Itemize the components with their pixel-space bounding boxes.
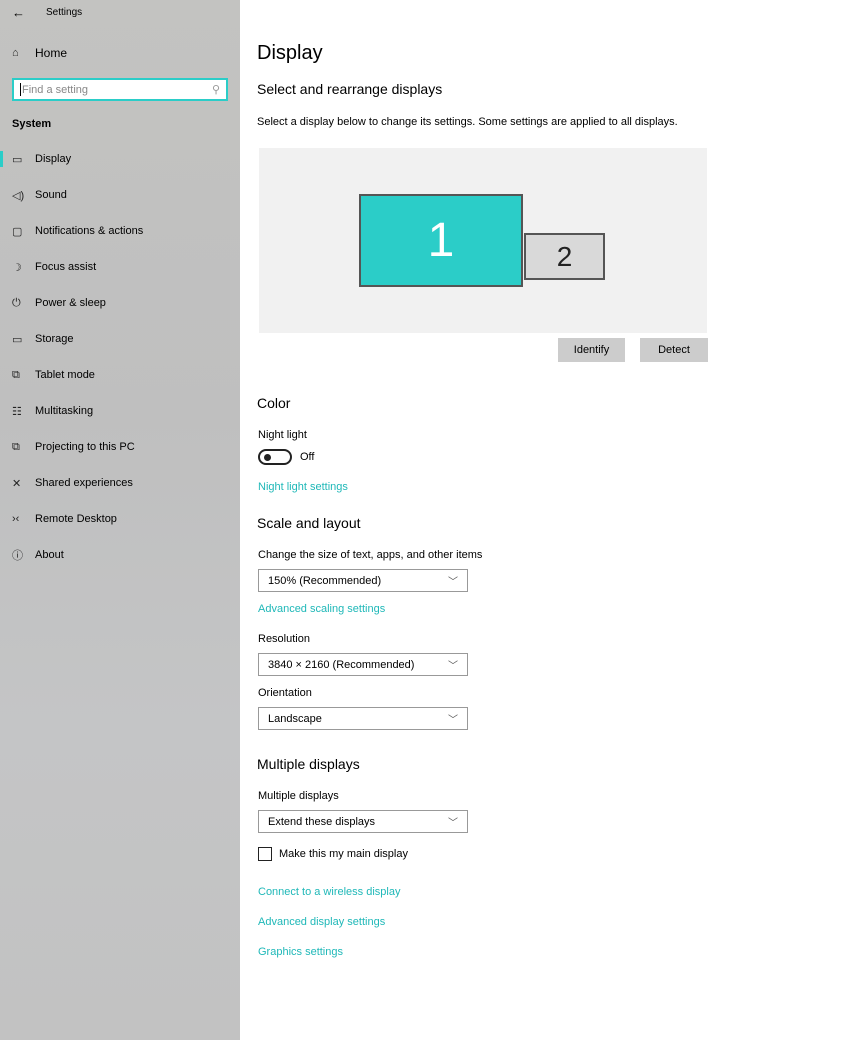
advanced-scaling-link[interactable]: Advanced scaling settings bbox=[258, 603, 385, 615]
dropdown-value: Landscape bbox=[268, 712, 322, 725]
sidebar-item-tablet-mode[interactable]: ⧉ Tablet mode bbox=[0, 357, 240, 393]
chevron-down-icon: ﹀ bbox=[448, 715, 458, 726]
arrange-description: Select a display below to change its set… bbox=[257, 116, 678, 128]
dropdown-value: 150% (Recommended) bbox=[268, 574, 382, 587]
orientation-label: Orientation bbox=[258, 687, 312, 699]
sidebar-item-power[interactable]: ⏻ Power & sleep bbox=[0, 285, 240, 321]
storage-icon: ▭ bbox=[12, 333, 23, 346]
sidebar-item-notifications[interactable]: ▢ Notifications & actions bbox=[0, 213, 240, 249]
resolution-dropdown[interactable]: 3840 × 2160 (Recommended) ﹀ bbox=[258, 653, 468, 676]
resolution-label: Resolution bbox=[258, 633, 310, 645]
advanced-display-link[interactable]: Advanced display settings bbox=[258, 916, 385, 928]
monitor-icon: ▭ bbox=[12, 153, 23, 166]
label: Shared experiences bbox=[35, 477, 133, 489]
home-nav[interactable]: ⌂ Home bbox=[12, 46, 67, 60]
label: Tablet mode bbox=[35, 369, 95, 381]
dropdown-value: 3840 × 2160 (Recommended) bbox=[268, 658, 415, 671]
sidebar-item-remote-desktop[interactable]: ›‹ Remote Desktop bbox=[0, 501, 240, 537]
graphics-settings-link[interactable]: Graphics settings bbox=[258, 946, 343, 958]
color-heading: Color bbox=[257, 395, 291, 411]
page-title: Display bbox=[257, 42, 323, 64]
sidebar-item-sound[interactable]: ◁) Sound bbox=[0, 177, 240, 213]
main-display-checkbox[interactable] bbox=[258, 847, 272, 861]
label: Notifications & actions bbox=[35, 225, 144, 237]
sidebar-item-projecting[interactable]: ⧉ Projecting to this PC bbox=[0, 429, 240, 465]
scale-heading: Scale and layout bbox=[257, 515, 361, 531]
sidebar-item-about[interactable]: ⓘ About bbox=[0, 537, 240, 573]
projecting-icon: ⧉ bbox=[12, 440, 20, 453]
sidebar-item-shared-experiences[interactable]: ✕ Shared experiences bbox=[0, 465, 240, 501]
title-bar: ← Settings bbox=[12, 5, 82, 20]
speaker-icon: ◁) bbox=[12, 189, 25, 202]
label: Power & sleep bbox=[35, 297, 106, 309]
label: About bbox=[35, 549, 64, 561]
detect-button[interactable]: Detect bbox=[640, 338, 708, 362]
chevron-down-icon: ﹀ bbox=[448, 818, 458, 829]
arrange-heading: Select and rearrange displays bbox=[257, 81, 443, 97]
chevron-down-icon: ﹀ bbox=[448, 661, 458, 672]
multitasking-icon: ☷ bbox=[12, 405, 22, 418]
nav-list: ▭ Display ◁) Sound ▢ Notifications & action… bbox=[0, 141, 240, 573]
text-cursor bbox=[20, 83, 21, 96]
night-light-toggle[interactable] bbox=[258, 449, 292, 465]
chevron-down-icon: ﹀ bbox=[448, 577, 458, 588]
section-heading: System bbox=[12, 118, 52, 130]
orientation-dropdown[interactable]: Landscape ﹀ bbox=[258, 707, 468, 730]
multiple-heading: Multiple displays bbox=[257, 756, 360, 772]
monitor-2[interactable]: 2 bbox=[524, 233, 605, 280]
label: Display bbox=[35, 153, 72, 165]
label: Remote Desktop bbox=[35, 513, 117, 525]
multiple-label: Multiple displays bbox=[258, 790, 339, 802]
label: Focus assist bbox=[35, 261, 97, 273]
night-light-state: Off bbox=[300, 451, 315, 463]
search-icon[interactable]: ⚲ bbox=[212, 83, 220, 96]
display-arrangement: 1 2 bbox=[259, 148, 707, 333]
search-placeholder: Find a setting bbox=[22, 83, 89, 96]
sidebar-item-focus-assist[interactable]: ☽ Focus assist bbox=[0, 249, 240, 285]
shared-icon: ✕ bbox=[12, 477, 22, 490]
label: Projecting to this PC bbox=[35, 441, 135, 453]
home-icon: ⌂ bbox=[12, 47, 19, 59]
window-title: Settings bbox=[46, 7, 83, 18]
dropdown-value: Extend these displays bbox=[268, 815, 376, 828]
label: Sound bbox=[35, 189, 67, 201]
sidebar-item-multitasking[interactable]: ☷ Multitasking bbox=[0, 393, 240, 429]
identify-button[interactable]: Identify bbox=[558, 338, 625, 362]
size-label: Change the size of text, apps, and other… bbox=[258, 549, 483, 561]
search-input[interactable]: Find a setting ⚲ bbox=[12, 78, 228, 101]
wireless-display-link[interactable]: Connect to a wireless display bbox=[258, 886, 400, 898]
notification-icon: ▢ bbox=[12, 225, 23, 238]
sidebar-item-storage[interactable]: ▭ Storage bbox=[0, 321, 240, 357]
home-label: Home bbox=[35, 46, 68, 60]
label: Storage bbox=[35, 333, 74, 345]
main-display-label[interactable]: Make this my main display bbox=[279, 848, 408, 860]
moon-icon: ☽ bbox=[12, 261, 22, 274]
remote-desktop-icon: ›‹ bbox=[12, 513, 20, 525]
info-icon: ⓘ bbox=[12, 550, 23, 562]
night-light-settings-link[interactable]: Night light settings bbox=[258, 481, 348, 493]
multiple-displays-dropdown[interactable]: Extend these displays ﹀ bbox=[258, 810, 468, 833]
night-light-label: Night light bbox=[258, 429, 307, 441]
sidebar: ← Settings ⌂ Home Find a setting ⚲ Syste… bbox=[0, 0, 240, 1040]
tablet-icon: ⧉ bbox=[12, 368, 20, 381]
label: Multitasking bbox=[35, 405, 94, 417]
power-icon: ⏻ bbox=[12, 296, 21, 309]
back-arrow-icon[interactable]: ← bbox=[12, 5, 46, 20]
scale-dropdown[interactable]: 150% (Recommended) ﹀ bbox=[258, 569, 468, 592]
monitor-1[interactable]: 1 bbox=[359, 194, 523, 287]
sidebar-item-display[interactable]: ▭ Display bbox=[0, 141, 240, 177]
